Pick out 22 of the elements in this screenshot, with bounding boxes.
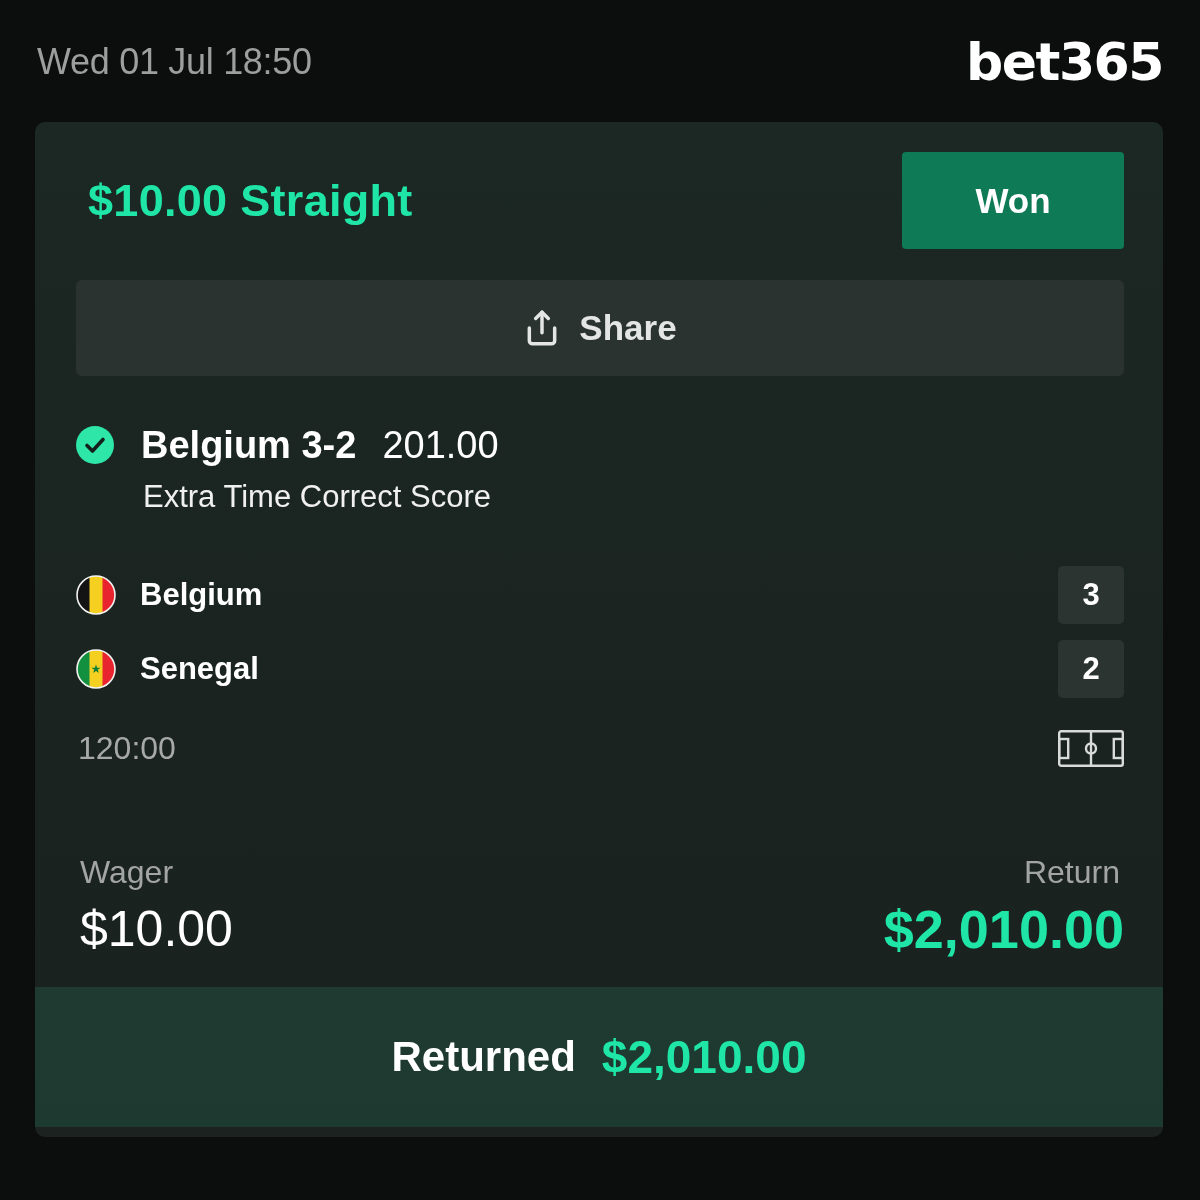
returned-value: $2,010.00 (601, 1030, 807, 1084)
date-time: Wed 01 Jul 18:50 (37, 41, 312, 83)
return-label: Return (1023, 854, 1120, 890)
selection-odds: 201.00 (382, 423, 499, 467)
wager-value: $10.00 (80, 903, 233, 955)
logo: bet365 (966, 36, 1163, 88)
team-name: Senegal (140, 651, 260, 687)
match-clock: 120:00 (78, 730, 176, 767)
share-button[interactable]: Share (76, 280, 1124, 376)
flag-icon (76, 575, 116, 615)
selection-name: Belgium 3-2 (141, 423, 357, 467)
returned-label: Returned (391, 1033, 576, 1081)
pitch-icon (1058, 730, 1124, 767)
team-name: Belgium (140, 577, 264, 613)
return-value: $2,010.00 (883, 903, 1124, 955)
status-button[interactable]: Won (902, 152, 1124, 249)
score-box: 3 (1058, 566, 1124, 624)
score-box: 2 (1058, 640, 1124, 698)
bet-title: $10.00 Straight (88, 174, 413, 227)
market-name: Extra Time Correct Score (143, 480, 492, 514)
flag-icon (76, 649, 116, 689)
wager-label: Wager (80, 854, 174, 890)
